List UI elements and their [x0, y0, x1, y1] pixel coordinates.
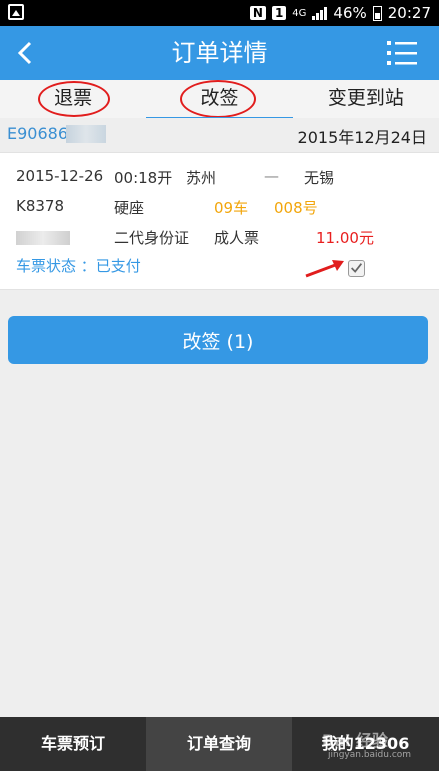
- route-separator: —: [264, 167, 279, 185]
- baidu-watermark: Bai 经验 jingyan.baidu.com: [322, 723, 432, 767]
- ticket-price: 11.00元: [316, 229, 374, 247]
- order-number-redacted: [66, 125, 106, 143]
- order-header: E90686 2015年12月24日: [0, 118, 439, 150]
- tab-label: 变更到站: [327, 87, 404, 109]
- depart-time: 00:18开: [114, 169, 173, 187]
- annotation-arrow-icon: [305, 260, 344, 278]
- tab-change-station[interactable]: 变更到站: [293, 80, 439, 118]
- network-type: 4G: [292, 7, 307, 19]
- battery-level: 46%: [333, 4, 367, 22]
- to-station: 无锡: [304, 169, 335, 187]
- nav-ticket-booking[interactable]: 车票预订: [0, 717, 146, 771]
- order-number: E90686: [7, 124, 69, 143]
- signal-icon: [312, 6, 328, 20]
- ticket-status: 车票状态 ：已支付: [16, 257, 141, 275]
- resign-button[interactable]: 改签 (1): [8, 316, 428, 364]
- gallery-notification-icon: [8, 4, 24, 20]
- seat-class: 硬座: [114, 199, 145, 217]
- seat-number: 008号: [274, 199, 318, 217]
- hamburger-menu-icon[interactable]: [387, 40, 417, 66]
- tab-refund[interactable]: 退票: [0, 80, 146, 118]
- train-number: K8378: [16, 197, 65, 215]
- watermark-url: jingyan.baidu.com: [328, 750, 412, 760]
- ticket-card[interactable]: 2015-12-26 00:18开 苏州 — 无锡 K8378 硬座 09车 0…: [0, 152, 439, 290]
- notification-badge: N: [249, 6, 266, 20]
- clock: 20:27: [387, 4, 431, 22]
- order-date: 2015年12月24日: [297, 128, 427, 147]
- tab-bar: 退票 改签 变更到站: [0, 80, 439, 120]
- ticket-type: 成人票: [214, 229, 260, 247]
- title-bar: 订单详情: [0, 26, 439, 80]
- battery-icon: [372, 5, 382, 21]
- sim-badge: 1: [271, 6, 287, 20]
- from-station: 苏州: [186, 169, 217, 187]
- annotation-circle: [180, 80, 257, 118]
- status-indicators: N 1 4G 46% 20:27: [249, 3, 431, 23]
- car-number: 09车: [214, 199, 249, 217]
- ticket-select-checkbox[interactable]: [348, 260, 365, 277]
- tab-resign[interactable]: 改签: [146, 80, 293, 120]
- nav-order-query[interactable]: 订单查询: [146, 717, 292, 771]
- id-type: 二代身份证: [114, 229, 190, 247]
- page-title: 订单详情: [171, 39, 268, 67]
- travel-date: 2015-12-26: [16, 167, 104, 185]
- passenger-name-redacted: [16, 231, 70, 245]
- watermark-logo: Bai 经验: [322, 731, 389, 750]
- checkmark-icon: [351, 263, 363, 273]
- annotation-circle: [38, 81, 110, 117]
- status-bar: N 1 4G 46% 20:27: [0, 0, 439, 26]
